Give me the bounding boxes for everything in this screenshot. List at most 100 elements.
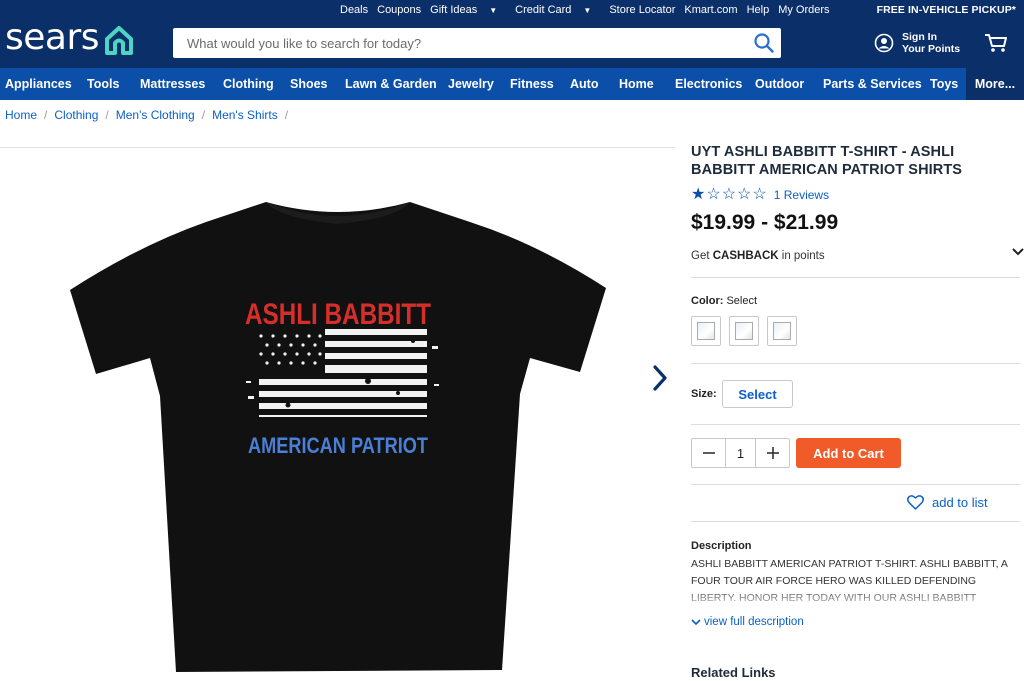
broken-image-icon	[697, 322, 715, 340]
nav-more-label: More...	[974, 77, 1016, 91]
search-icon[interactable]	[753, 32, 775, 54]
util-link-gift-ideas[interactable]: Gift Ideas ▼	[430, 4, 506, 16]
caret-down-icon: ▼	[489, 6, 498, 15]
rating-stars: ★☆☆☆☆	[691, 187, 768, 203]
content-divider	[0, 147, 675, 148]
star-filled-icon: ★	[691, 186, 707, 203]
shirt-print-bottom: AMERICAN PATRIOT	[248, 433, 428, 458]
size-selector: Size: Select	[691, 380, 1021, 408]
star-empty-icon: ☆	[706, 186, 722, 203]
breadcrumb-mens-shirts[interactable]: Men's Shirts	[212, 108, 278, 122]
nav-tools[interactable]: Tools	[87, 77, 119, 91]
house-logo-icon	[105, 26, 134, 55]
gift-ideas-label: Gift Ideas	[430, 4, 478, 16]
sears-logo[interactable]: sears	[5, 18, 135, 58]
minus-icon	[702, 452, 715, 454]
chevron-down-icon[interactable]	[1012, 247, 1024, 257]
divider	[691, 424, 1020, 425]
util-link-help[interactable]: Help	[747, 4, 770, 16]
breadcrumb-home[interactable]: Home	[5, 108, 37, 122]
add-to-list-button[interactable]: add to list	[907, 495, 988, 510]
nav-parts-services[interactable]: Parts & Services	[823, 77, 922, 91]
util-link-credit-card[interactable]: Credit Card ▼	[515, 4, 600, 16]
cashback-bold: CASHBACK	[712, 250, 779, 262]
product-rating: ★☆☆☆☆ 1 Reviews	[691, 187, 1021, 203]
shirt-print-top: ASHLI BABBITT	[245, 298, 431, 331]
nav-appliances[interactable]: Appliances	[5, 77, 72, 91]
broken-image-icon	[773, 322, 791, 340]
category-nav: Appliances Tools Mattresses Clothing Sho…	[0, 68, 1024, 100]
product-image[interactable]: ASHLI BABBITT AMERICAN PATRIOT	[68, 196, 608, 676]
cashback-suffix: in points	[781, 250, 825, 262]
color-swatches	[691, 316, 1021, 346]
search-input[interactable]	[173, 28, 733, 58]
color-swatch[interactable]	[767, 316, 797, 346]
quantity-row: 1 Add to Cart	[691, 438, 1021, 468]
nav-clothing[interactable]: Clothing	[223, 77, 274, 91]
size-select-button[interactable]: Select	[722, 380, 793, 408]
description-fade	[691, 588, 1023, 608]
breadcrumb-separator: /	[44, 108, 48, 122]
nav-auto[interactable]: Auto	[570, 77, 598, 91]
plus-icon	[766, 447, 779, 459]
breadcrumb-separator: /	[201, 108, 206, 122]
breadcrumb-mens-clothing[interactable]: Men's Clothing	[116, 108, 195, 122]
nav-jewelry[interactable]: Jewelry	[448, 77, 494, 91]
chevron-down-icon	[691, 619, 701, 626]
util-link-coupons[interactable]: Coupons	[377, 4, 421, 16]
heart-icon	[907, 495, 924, 510]
nav-electronics[interactable]: Electronics	[675, 77, 742, 91]
util-link-my-orders[interactable]: My Orders	[778, 4, 829, 16]
your-points-label: Your Points	[902, 43, 961, 55]
decrease-quantity-button[interactable]	[692, 439, 725, 467]
utility-links: Deals Coupons Gift Ideas ▼ Credit Card ▼ S…	[340, 4, 839, 16]
cashback-row[interactable]: Get CASHBACK in points	[691, 250, 1021, 262]
breadcrumb-separator: /	[284, 108, 289, 122]
product-price: $19.99 - $21.99	[691, 211, 839, 234]
color-value: Select	[726, 295, 758, 307]
util-link-deals[interactable]: Deals	[340, 4, 368, 16]
increase-quantity-button[interactable]	[756, 439, 789, 467]
color-swatch[interactable]	[691, 316, 721, 346]
quantity-stepper: 1	[691, 438, 790, 468]
nav-more[interactable]: More...	[966, 68, 1024, 100]
sign-in-button[interactable]: Sign In Your Points	[874, 31, 960, 55]
nav-toys[interactable]: Toys	[930, 77, 958, 91]
next-image-arrow-icon[interactable]	[650, 364, 670, 392]
nav-fitness[interactable]: Fitness	[510, 77, 554, 91]
color-selector-label: Color: Select	[691, 295, 1021, 307]
search-bar	[173, 28, 781, 58]
logo-text: sears	[5, 17, 100, 58]
util-link-kmart[interactable]: Kmart.com	[684, 4, 737, 16]
related-links-heading: Related Links	[691, 665, 776, 680]
description-heading: Description	[691, 540, 752, 552]
add-to-cart-button[interactable]: Add to Cart	[796, 438, 901, 468]
nav-lawn-garden[interactable]: Lawn & Garden	[345, 77, 437, 91]
size-label: Size:	[691, 388, 717, 400]
user-icon	[874, 33, 894, 53]
add-to-list-label: add to list	[932, 495, 988, 510]
breadcrumb-clothing[interactable]: Clothing	[54, 108, 98, 122]
credit-card-label: Credit Card	[515, 4, 572, 16]
cart-icon[interactable]	[984, 33, 1008, 53]
divider	[691, 277, 1020, 278]
nav-home[interactable]: Home	[619, 77, 654, 91]
reviews-link[interactable]: 1 Reviews	[774, 188, 829, 202]
nav-outdoor[interactable]: Outdoor	[755, 77, 804, 91]
divider	[691, 363, 1020, 364]
pickup-banner[interactable]: FREE IN-VEHICLE PICKUP*	[877, 4, 1016, 16]
breadcrumb-separator: /	[105, 108, 109, 122]
star-empty-icon: ☆	[752, 186, 768, 203]
divider	[691, 521, 1020, 522]
color-label: Color:	[691, 295, 724, 307]
sign-in-label: Sign In	[902, 31, 937, 43]
nav-shoes[interactable]: Shoes	[290, 77, 328, 91]
quantity-value[interactable]: 1	[725, 439, 756, 467]
util-link-store-locator[interactable]: Store Locator	[609, 4, 675, 16]
nav-mattresses[interactable]: Mattresses	[140, 77, 205, 91]
view-full-label: view full description	[704, 616, 804, 628]
sign-in-text: Sign In Your Points	[902, 31, 960, 55]
view-full-description-link[interactable]: view full description	[691, 616, 1021, 628]
breadcrumb: Home / Clothing / Men's Clothing / Men's…	[5, 108, 295, 122]
color-swatch[interactable]	[729, 316, 759, 346]
